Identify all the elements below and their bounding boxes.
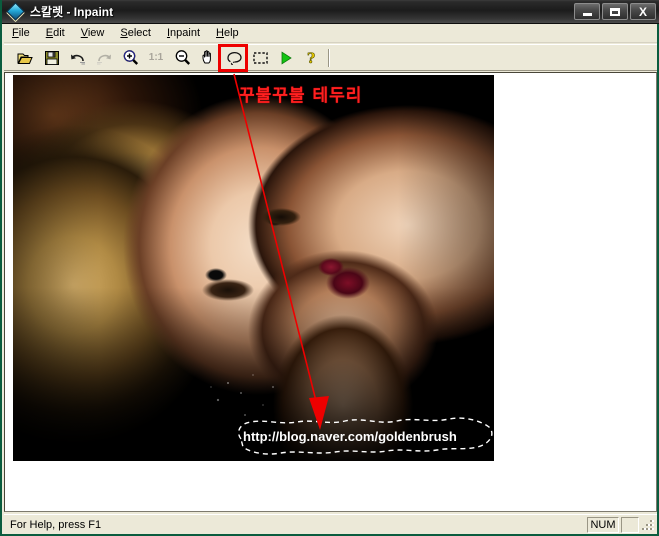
menu-item-inpaint[interactable]: Inpaint [159,25,208,42]
resize-grip[interactable] [641,518,655,532]
window-title: 스칼렛 - Inpaint [30,3,113,20]
menu-item-help[interactable]: Help [208,25,247,42]
menu-item-edit[interactable]: Edit [38,25,73,42]
minimize-button[interactable] [574,3,600,20]
zoom-actual-size-label: 1:1 [149,52,163,63]
window-title-document: 스칼렛 [30,5,63,19]
svg-text:?: ? [307,51,315,66]
open-icon[interactable] [14,46,38,69]
menu-item-file[interactable]: File [4,25,38,42]
save-icon[interactable] [40,46,64,69]
canvas-area[interactable]: http://blog.naver.com/goldenbrush 꾸불꾸불 테… [4,72,657,512]
undo-icon[interactable] [66,46,90,69]
window-controls: X [574,3,656,20]
status-num-indicator: NUM [587,517,619,533]
zoom-in-icon[interactable] [118,46,142,69]
scarlett-portrait-photo[interactable] [13,75,494,461]
window-title-separator: - [63,5,74,19]
menu-bar: File Edit View Select Inpaint Help [4,25,657,43]
toolbar-separator [325,48,332,68]
pan-hand-icon[interactable] [196,46,220,69]
main-window: 스칼렛 - Inpaint X File Edit View Select In… [0,0,659,536]
tool-bar: 1:1 [4,44,657,71]
annotation-label: 꾸불꾸불 테두리 [239,81,362,106]
menu-item-select[interactable]: Select [112,25,159,42]
inpaint-diamond-icon [8,4,24,20]
status-help-text: For Help, press F1 [6,517,585,533]
lasso-select-icon[interactable] [222,46,246,69]
zoom-actual-size-icon: 1:1 [144,46,168,69]
window-title-app: Inpaint [74,5,113,19]
redo-icon [92,46,116,69]
title-bar[interactable]: 스칼렛 - Inpaint X [2,0,659,24]
watermark-text: http://blog.naver.com/goldenbrush [243,429,457,444]
menu-item-view[interactable]: View [73,25,113,42]
run-inpaint-icon[interactable] [274,46,298,69]
marquee-select-icon[interactable] [248,46,272,69]
lasso-marching-ants-selection [13,75,494,461]
help-icon[interactable]: ? [300,46,324,69]
close-button[interactable]: X [630,3,656,20]
maximize-button[interactable] [602,3,628,20]
close-icon: X [639,6,647,18]
zoom-out-icon[interactable] [170,46,194,69]
status-bar: For Help, press F1 NUM [4,514,657,534]
status-blank-pane [621,517,639,533]
